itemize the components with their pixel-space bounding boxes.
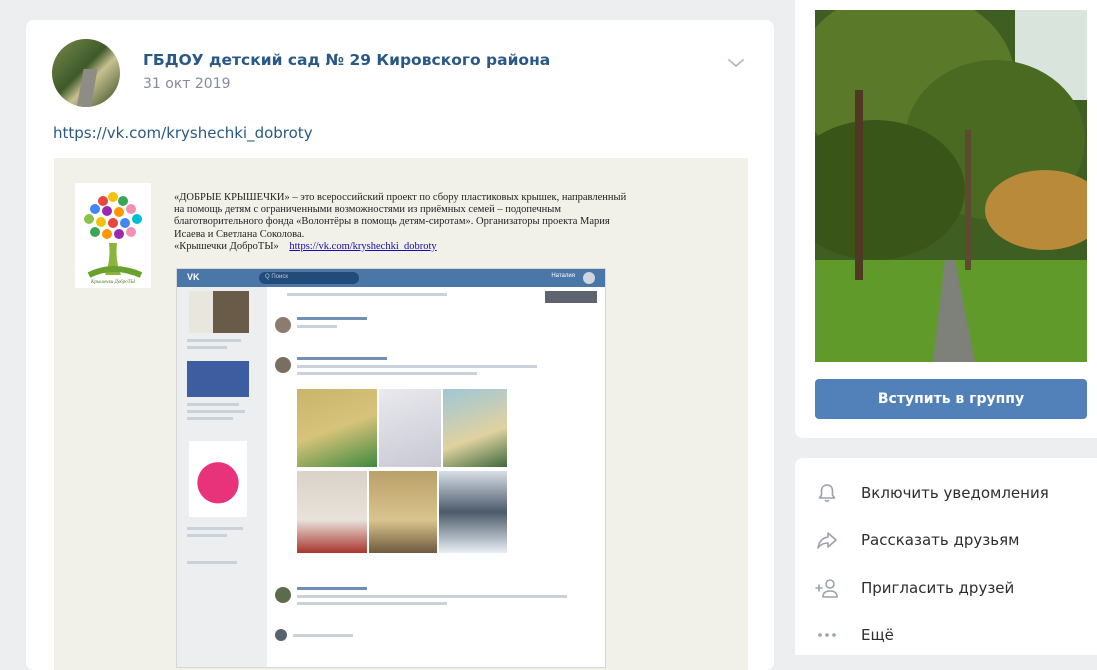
add-friend-icon	[815, 576, 839, 600]
screenshot-search: Q Поиск	[259, 272, 359, 284]
screenshot-left-column	[183, 291, 263, 661]
screenshot-avatar	[583, 272, 595, 284]
image-caption: «Крышечки ДоброТЫ»	[174, 240, 279, 252]
more-action[interactable]: Ещё	[815, 623, 894, 647]
project-description: «ДОБРЫЕ КРЫШЕЧКИ» – это всероссийский пр…	[174, 192, 734, 253]
group-actions-card: Включить уведомления Рассказать друзьям …	[795, 458, 1097, 655]
group-cover-photo[interactable]	[815, 10, 1087, 362]
bell-icon	[815, 481, 839, 505]
screenshot-feed	[267, 287, 605, 667]
share-icon	[815, 528, 839, 552]
screenshot-header: VK Q Поиск Наталия	[177, 269, 605, 287]
chevron-down-icon[interactable]	[726, 56, 746, 70]
post-link[interactable]: https://vk.com/kryshechki_dobroty	[53, 124, 313, 142]
paragraph-line: Исаева и Светлана Соколова.	[174, 228, 305, 240]
group-avatar[interactable]	[52, 39, 120, 107]
more-icon	[815, 623, 839, 647]
group-name[interactable]: ГБДОУ детский сад № 29 Кировского района	[143, 51, 550, 69]
vk-logo: VK	[187, 272, 200, 282]
action-label: Пригласить друзей	[861, 579, 1015, 597]
paragraph-line: благотворительного фонда «Волонтёры в по…	[174, 216, 610, 228]
paragraph-line: «ДОБРЫЕ КРЫШЕЧКИ» – это всероссийский пр…	[174, 192, 627, 203]
embedded-screenshot: VK Q Поиск Наталия	[176, 268, 606, 668]
image-caption-link: https://vk.com/kryshechki_dobroty	[289, 240, 437, 252]
join-group-button[interactable]: Вступить в группу	[815, 379, 1087, 419]
kryshechki-logo: Крышечки ДоброТЫ	[75, 183, 151, 288]
action-label: Включить уведомления	[861, 484, 1049, 502]
action-label: Рассказать друзьям	[861, 531, 1020, 549]
invite-friends-action[interactable]: Пригласить друзей	[815, 576, 1014, 600]
post-card: ГБДОУ детский сад № 29 Кировского района…	[26, 20, 774, 670]
post-image[interactable]: Крышечки ДоброТЫ «ДОБРЫЕ КРЫШЕЧКИ» – это…	[54, 158, 748, 670]
enable-notifications-action[interactable]: Включить уведомления	[815, 481, 1049, 505]
paragraph-line: на помощь детям с ограниченными возможно…	[174, 204, 561, 216]
post-date[interactable]: 31 окт 2019	[143, 76, 231, 92]
action-label: Ещё	[861, 626, 894, 644]
share-with-friends-action[interactable]: Рассказать друзьям	[815, 528, 1019, 552]
logo-caption: Крышечки ДоброТЫ	[90, 280, 136, 285]
screenshot-user: Наталия	[551, 273, 575, 279]
